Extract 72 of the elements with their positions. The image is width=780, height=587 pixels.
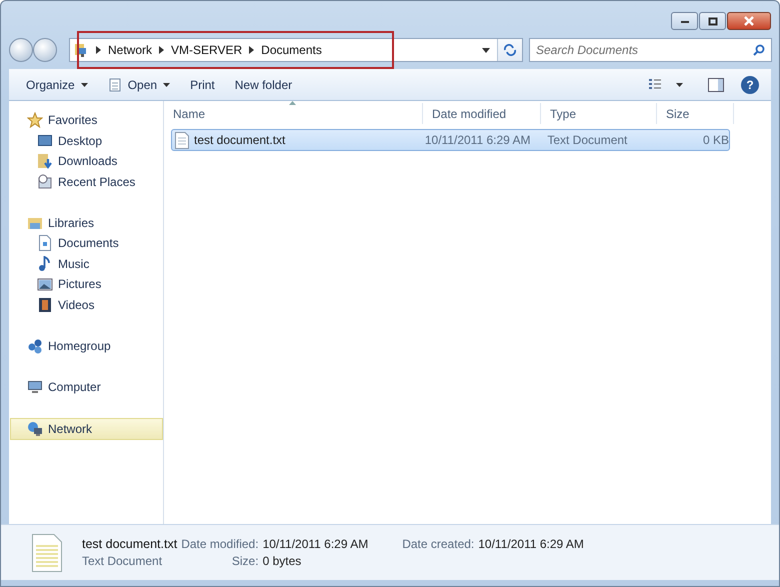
column-header[interactable]: Type [541, 103, 657, 124]
sidebar-item[interactable]: Network [10, 418, 163, 440]
file-name: test document.txt [82, 537, 178, 551]
computer-icon [27, 378, 43, 395]
close-button[interactable] [727, 12, 771, 30]
sidebar-item[interactable]: Videos [9, 294, 163, 315]
minimize-icon [680, 18, 690, 24]
picture-icon [37, 276, 53, 292]
toolbar-button[interactable]: New folder [228, 74, 300, 96]
table-cell-text: 10/11/2011 6:29 AM [424, 133, 532, 147]
field-label: Date modified: [181, 537, 259, 551]
sort-arrow-icon [289, 101, 296, 105]
sidebar-item[interactable]: Desktop [9, 130, 163, 151]
search-field[interactable]: Search Documents [529, 38, 772, 62]
column-header[interactable]: Date modified [423, 103, 541, 124]
sidebar-item[interactable]: Downloads [9, 151, 163, 172]
maximize-icon [708, 16, 718, 26]
toolbar-button[interactable]: Organize [19, 74, 95, 96]
network-folder-icon [73, 42, 89, 58]
sidebar-item[interactable]: Homegroup [9, 336, 163, 356]
file-row[interactable]: test document.txt 10/11/2011 6:29 AM Text Document 0 KB [171, 129, 730, 151]
document-icon [37, 235, 53, 252]
sidebar-item[interactable]: Computer [9, 376, 163, 397]
table-cell-text: Text Document [546, 133, 628, 147]
file-type: Text Document [82, 554, 164, 568]
sidebar-item[interactable]: Favorites [9, 110, 163, 130]
minimize-button[interactable] [671, 12, 698, 30]
sidebar-item[interactable]: Libraries [9, 212, 163, 233]
refresh-icon [503, 44, 517, 56]
toolbar-button[interactable]: Print [183, 74, 222, 96]
recent-places-icon [37, 174, 53, 190]
music-note-icon [37, 256, 53, 272]
search-icon [753, 44, 765, 56]
notepad-icon [108, 78, 122, 92]
sidebar-item[interactable]: Recent Places [9, 172, 163, 192]
preview-pane-icon [708, 78, 724, 92]
film-icon [37, 296, 53, 313]
text-file-icon [32, 534, 62, 572]
caret-icon [80, 82, 88, 86]
refresh-button[interactable] [497, 39, 522, 61]
breadcrumb[interactable]: Documents [261, 43, 322, 57]
chevron-icon [249, 46, 254, 54]
caret-icon [163, 82, 170, 86]
dropdown-arrow-icon[interactable] [482, 48, 490, 52]
sidebar-item[interactable]: Documents [9, 233, 163, 254]
field-value: 0 bytes [262, 554, 302, 568]
breadcrumb[interactable]: Network [108, 43, 152, 57]
field-label: Date created: [402, 537, 474, 551]
desktop-icon [37, 132, 53, 149]
star-icon [27, 112, 43, 128]
chevron-icon [159, 46, 164, 54]
field-value: 10/11/2011 6:29 AM [478, 537, 584, 551]
sidebar-item[interactable]: Music [9, 254, 163, 274]
text-file-icon [175, 132, 189, 148]
chevron-icon [96, 46, 101, 54]
help-button[interactable]: ? [741, 76, 759, 94]
close-icon [743, 16, 755, 26]
maximize-button[interactable] [699, 12, 726, 30]
network-icon [27, 420, 43, 437]
file-name: test document.txt [194, 133, 286, 147]
field-label: Size: [230, 554, 259, 568]
field-value: 10/11/2011 6:29 AM [262, 537, 368, 551]
toolbar-button[interactable]: Open [100, 74, 178, 96]
sidebar-item[interactable]: Pictures [9, 274, 163, 294]
address-bar[interactable]: Network VM-SERVER Documents [69, 38, 523, 62]
breadcrumb[interactable]: VM-SERVER [171, 43, 242, 57]
homegroup-icon [27, 338, 43, 354]
table-cell-text: 0 KB [702, 133, 730, 147]
column-header[interactable]: Size [657, 103, 734, 124]
folder-icon [37, 153, 53, 170]
caret-icon[interactable] [676, 82, 683, 86]
column-header[interactable]: Name [164, 103, 423, 124]
